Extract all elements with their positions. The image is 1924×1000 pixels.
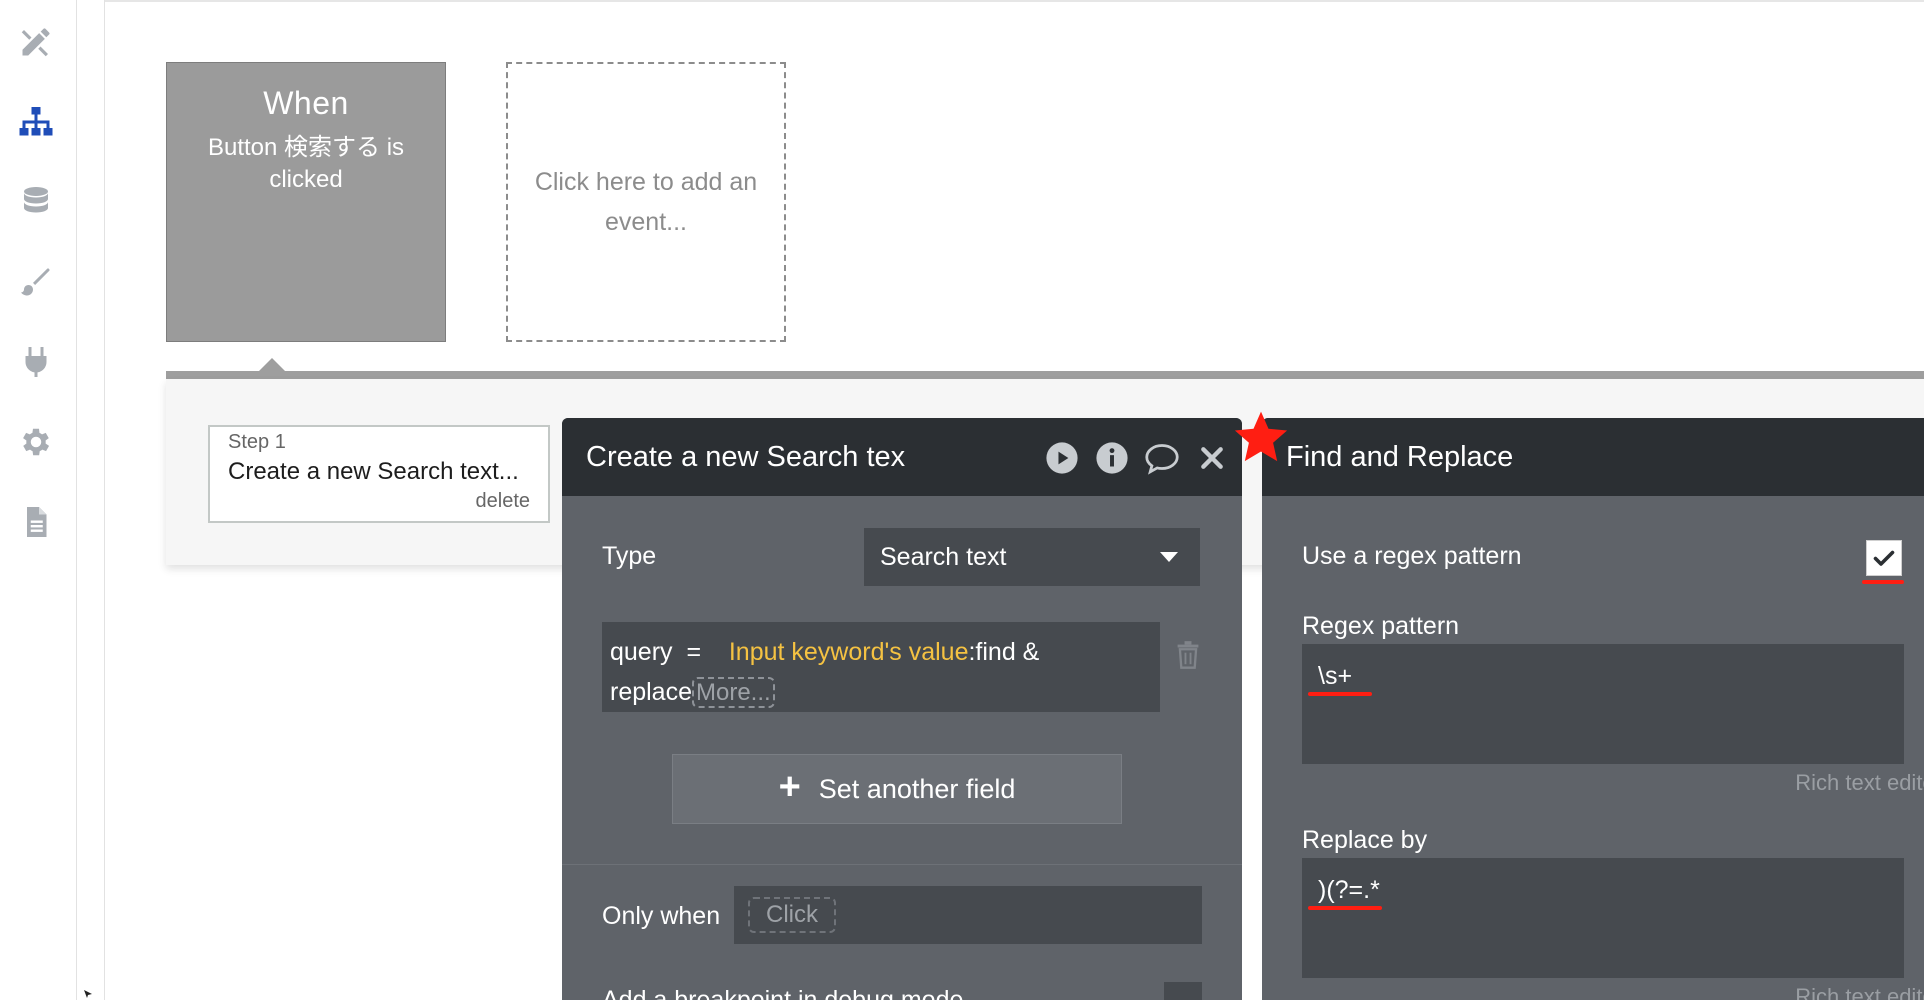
find-replace-panel: Find and Replace Use a regex pattern Reg… <box>1262 418 1924 1000</box>
action-properties-panel: Create a new Search tex Type Search text <box>562 418 1242 1000</box>
breakpoint-checkbox[interactable] <box>1164 982 1202 1000</box>
comment-icon[interactable] <box>1144 440 1180 476</box>
close-icon[interactable] <box>1194 440 1230 476</box>
expression-line-2[interactable]: replace <box>610 678 692 706</box>
set-another-field-button[interactable]: + Set another field <box>672 754 1122 824</box>
annotation-underline <box>1308 906 1382 910</box>
cursor-icon <box>84 990 92 998</box>
replace-by-value: )(?=.* <box>1318 876 1380 904</box>
field-assignment-query[interactable]: query = Input keyword's value:find & repl… <box>602 622 1160 712</box>
chevron-down-icon <box>1160 552 1178 562</box>
type-label: Type <box>602 542 657 570</box>
panel-divider <box>562 864 1242 865</box>
design-tools-icon[interactable] <box>14 20 58 64</box>
replace-by-input[interactable]: )(?=.* <box>1302 858 1904 978</box>
add-event-button[interactable]: Click here to add an event... <box>506 62 786 342</box>
workflow-editor: When Button 検索する is clicked Click here t… <box>0 0 1924 1000</box>
type-dropdown[interactable]: Search text <box>864 528 1200 586</box>
use-regex-checkbox[interactable] <box>1866 540 1902 576</box>
step-title: Create a new Search text... <box>228 458 519 485</box>
workflow-tree-icon[interactable] <box>14 100 58 144</box>
checkmark-icon <box>1873 550 1895 566</box>
type-dropdown-value: Search text <box>880 542 1007 571</box>
only-when-condition-input[interactable]: Click <box>734 886 1202 944</box>
find-replace-header: Find and Replace <box>1262 418 1924 496</box>
step-card[interactable]: Step 1 Create a new Search text... delet… <box>208 425 550 523</box>
expression-operator[interactable]: :find & <box>968 638 1039 666</box>
regex-pattern-label: Regex pattern <box>1302 612 1460 640</box>
event-card-title: When <box>263 85 349 121</box>
sidebar-gutter <box>77 0 105 1000</box>
expression-dynamic-part[interactable]: Input keyword's value <box>729 638 969 666</box>
step-delete-link[interactable]: delete <box>476 490 531 513</box>
action-panel-toolbar <box>1044 440 1230 476</box>
set-another-field-label: Set another field <box>818 773 1016 804</box>
find-replace-title: Find and Replace <box>1286 440 1514 473</box>
only-when-placeholder[interactable]: Click <box>748 897 836 933</box>
gear-icon[interactable] <box>14 420 58 464</box>
workflow-strip-bar <box>166 371 1924 379</box>
regex-pattern-value: \s+ <box>1318 662 1353 690</box>
action-panel-title: Create a new Search tex <box>586 440 906 473</box>
annotation-underline <box>1308 692 1372 696</box>
event-card-when[interactable]: When Button 検索する is clicked <box>166 62 446 342</box>
use-regex-label: Use a regex pattern <box>1302 542 1522 570</box>
add-event-label: Click here to add an event... <box>534 168 758 236</box>
left-sidebar <box>0 0 77 1000</box>
action-panel-header: Create a new Search tex <box>562 418 1242 496</box>
plus-icon: + <box>778 766 801 808</box>
replace-by-label: Replace by <box>1302 826 1428 854</box>
field-operator: = <box>686 638 702 666</box>
play-icon[interactable] <box>1044 440 1080 476</box>
trash-icon[interactable] <box>1174 640 1202 670</box>
annotation-underline <box>1862 580 1904 584</box>
only-when-label: Only when <box>602 902 721 930</box>
more-chip[interactable]: More... <box>692 677 775 708</box>
regex-pattern-input[interactable]: \s+ <box>1302 644 1904 764</box>
field-name: query <box>610 638 673 666</box>
info-icon[interactable] <box>1094 440 1130 476</box>
document-icon[interactable] <box>14 500 58 544</box>
breakpoint-label: Add a breakpoint in debug mode <box>602 986 964 1000</box>
strip-pointer <box>258 358 286 372</box>
paintbrush-icon[interactable] <box>14 260 58 304</box>
database-icon[interactable] <box>14 180 58 224</box>
step-number: Step 1 <box>228 431 286 453</box>
top-divider <box>105 0 1924 2</box>
rich-text-editor-link-2[interactable]: Rich text editor <box>1795 984 1924 1000</box>
event-card-subtitle: Button 検索する is clicked <box>207 134 405 193</box>
rich-text-editor-link[interactable]: Rich text editor <box>1795 770 1924 796</box>
plug-icon[interactable] <box>14 340 58 384</box>
star-icon <box>1234 411 1288 462</box>
